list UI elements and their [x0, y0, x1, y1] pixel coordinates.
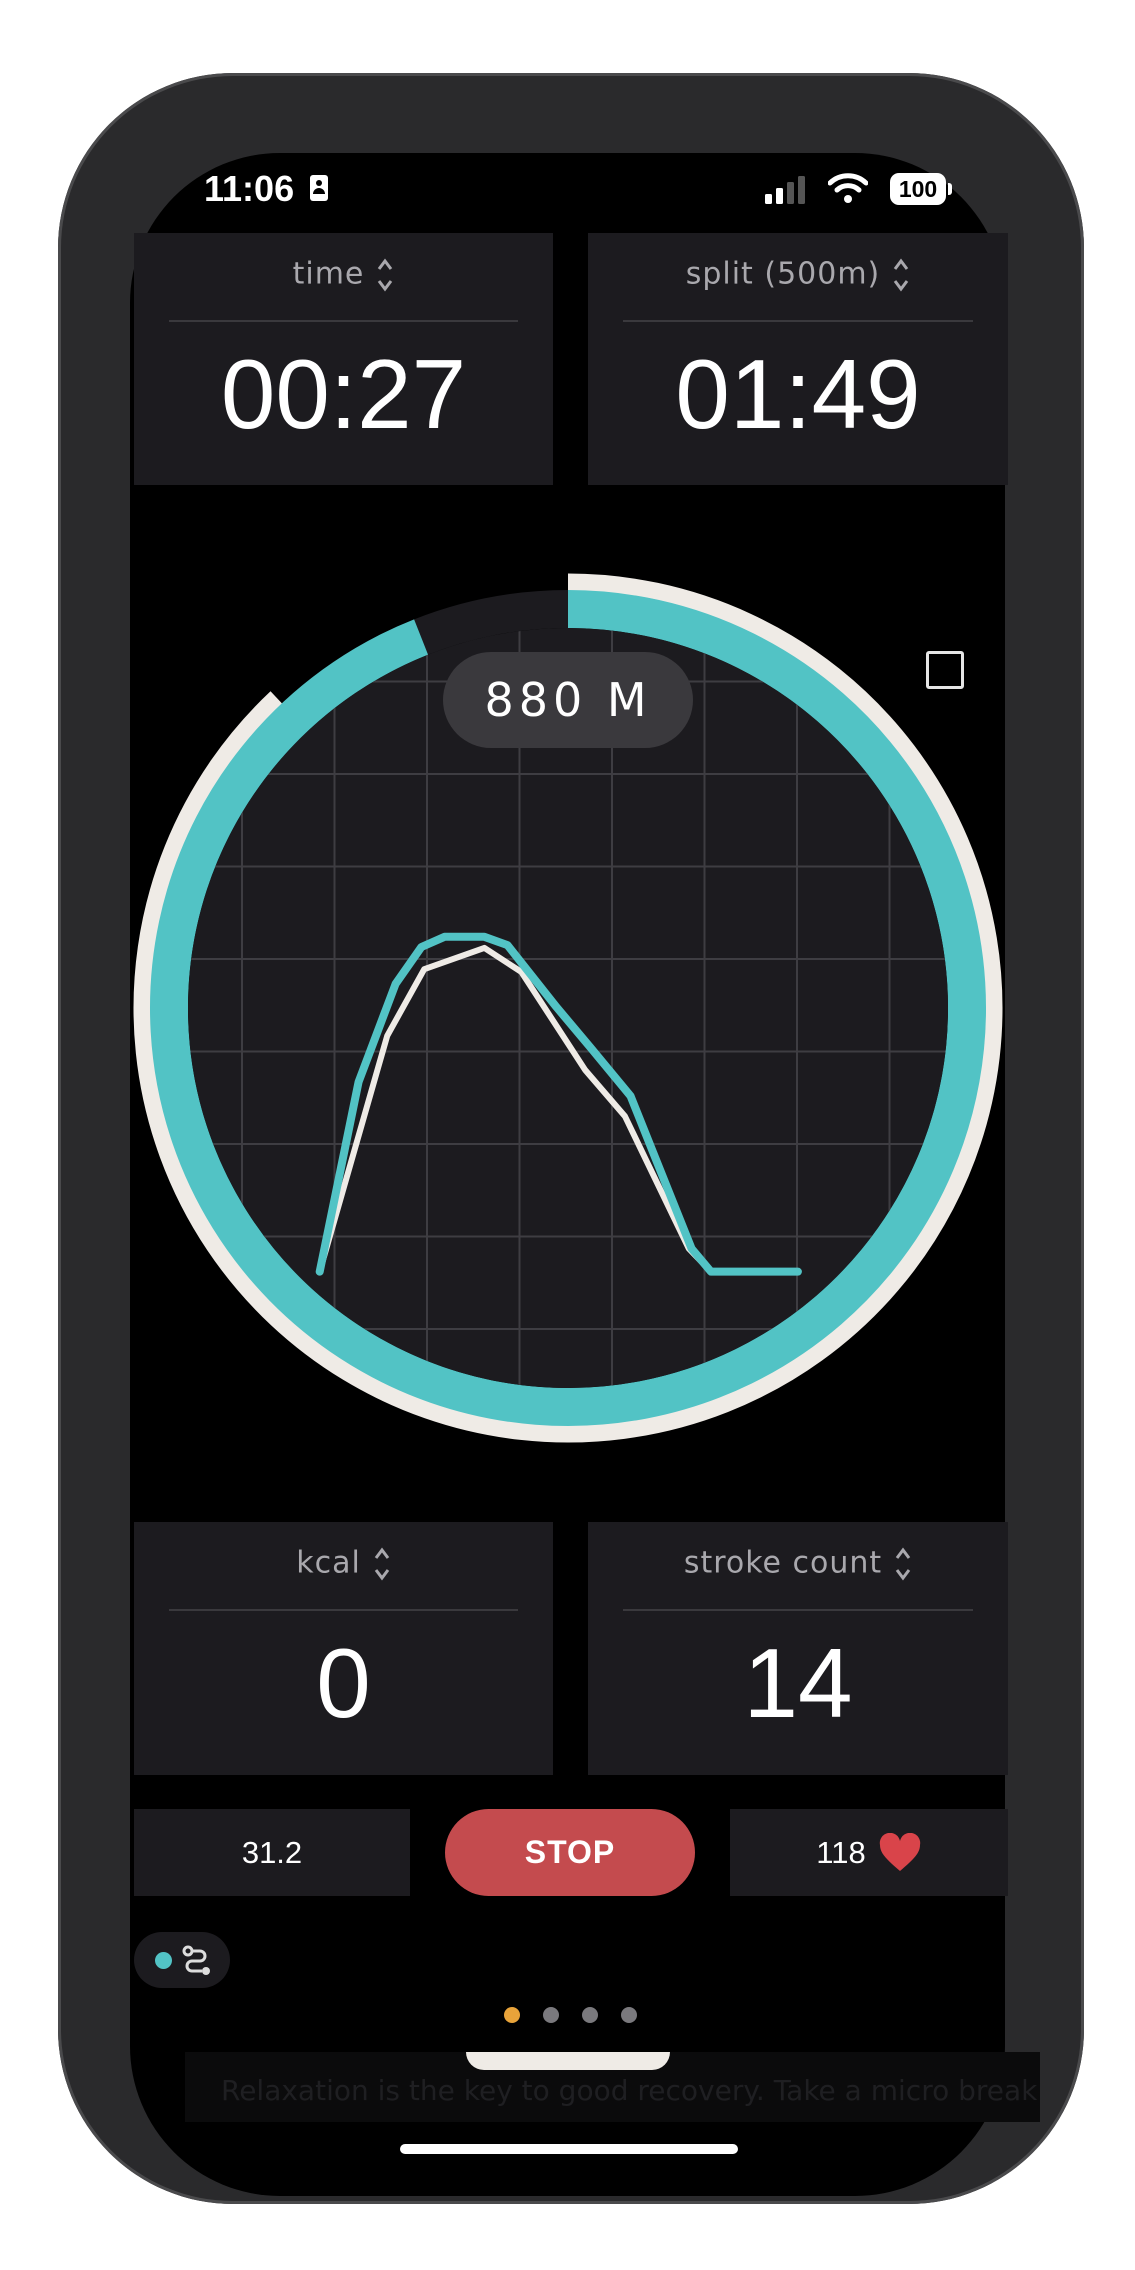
square-toggle-icon[interactable] — [926, 651, 964, 689]
metric-card-kcal[interactable]: kcal 0 — [134, 1522, 553, 1775]
divider — [623, 1609, 973, 1611]
chevron-updown-icon[interactable] — [894, 1544, 912, 1584]
tip-text: Relaxation is the key to good recovery. … — [221, 2074, 1038, 2107]
divider — [169, 1609, 518, 1611]
page-dot[interactable] — [543, 2007, 559, 2023]
connection-pill[interactable] — [134, 1932, 230, 1988]
metric-label: stroke count — [683, 1545, 883, 1581]
metric-value: 0 — [316, 1628, 371, 1738]
sheet-handle[interactable] — [466, 2052, 670, 2070]
heart-rate-value: 118 — [816, 1834, 866, 1870]
stroke-rate-box: 31.2 — [134, 1809, 410, 1896]
metric-value: 14 — [743, 1628, 853, 1738]
force-curve-ring — [133, 573, 1003, 1443]
home-indicator — [400, 2144, 738, 2154]
chevron-updown-icon[interactable] — [373, 1544, 391, 1584]
connected-dot-icon — [155, 1952, 172, 1969]
metric-label: kcal — [296, 1545, 361, 1581]
metric-label-row: kcal — [134, 1544, 553, 1584]
metric-label-row: stroke count — [588, 1544, 1008, 1584]
page-dot[interactable] — [621, 2007, 637, 2023]
heart-icon — [879, 1832, 920, 1871]
metric-card-stroke-count[interactable]: stroke count 14 — [588, 1522, 1008, 1775]
distance-badge: 880 M — [443, 652, 693, 748]
route-icon — [182, 1945, 210, 1975]
stop-button[interactable]: STOP — [445, 1809, 695, 1896]
page-dot[interactable] — [582, 2007, 598, 2023]
page-dot[interactable] — [504, 2007, 520, 2023]
stroke-rate-value: 31.2 — [241, 1834, 303, 1870]
heart-rate-box: 118 — [730, 1809, 1008, 1896]
